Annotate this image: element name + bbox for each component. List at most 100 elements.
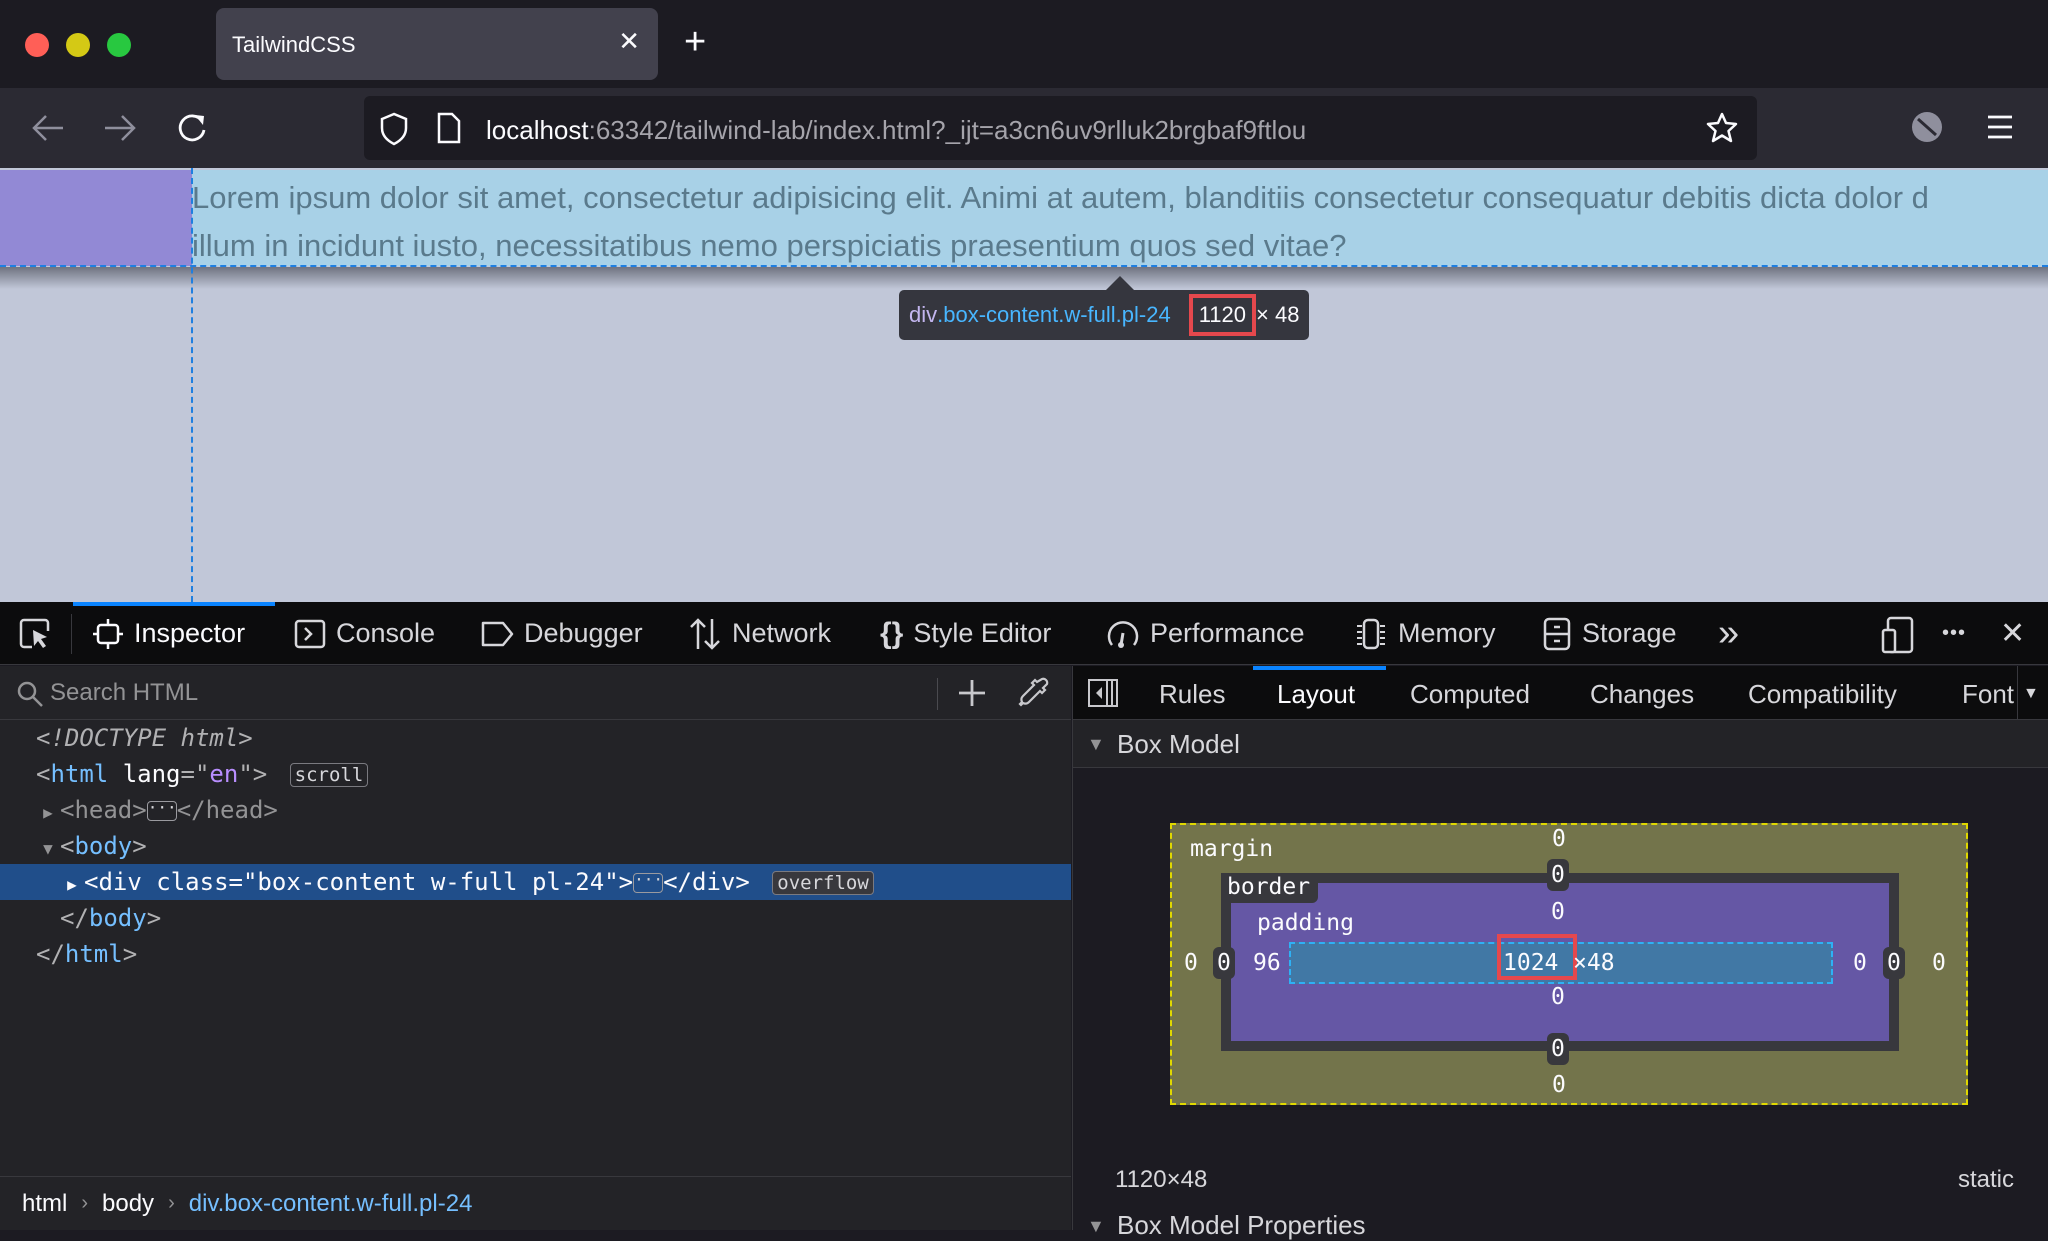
expand-icon[interactable]: ▶ [60, 867, 84, 903]
memory-icon [1354, 617, 1388, 651]
breadcrumb-item[interactable]: html [22, 1190, 67, 1218]
tool-tab-style-editor[interactable]: {} Style Editor [880, 602, 1051, 665]
scroll-badge[interactable]: scroll [289, 763, 369, 787]
collapse-icon[interactable]: ▼ [1087, 1216, 1105, 1237]
margin-right-value[interactable]: 0 [1932, 949, 1946, 977]
collapse-icon[interactable]: ▼ [36, 831, 60, 867]
element-picker-icon[interactable] [18, 617, 52, 651]
side-tab-changes[interactable]: Changes [1590, 666, 1694, 720]
browser-tab[interactable]: TailwindCSS ✕ [216, 8, 658, 80]
box-model-margin: margin 0 0 0 0 padding 0 0 96 0 1024 ×48… [1170, 823, 1968, 1105]
forward-button[interactable] [96, 104, 144, 152]
tree-node-head[interactable]: ▶ <head>···</head> [0, 792, 1071, 828]
url-host: localhost [486, 115, 589, 145]
border-right-value[interactable]: 0 [1883, 947, 1905, 979]
infobar-arrow [1106, 276, 1134, 290]
close-devtools-icon[interactable]: ✕ [2000, 602, 2025, 665]
tool-tab-console[interactable]: Console [294, 602, 435, 665]
browser-titlebar: TailwindCSS ✕ + [0, 0, 2048, 88]
tag-name: html [50, 760, 109, 788]
side-tab-font[interactable]: Font [1962, 666, 2014, 720]
tab-close-icon[interactable]: ✕ [618, 26, 640, 56]
collapsed-children-button[interactable]: ··· [146, 800, 177, 821]
padding-bottom-value[interactable]: 0 [1551, 983, 1565, 1011]
window-close-button[interactable] [25, 33, 49, 57]
side-tab-computed[interactable]: Computed [1410, 666, 1530, 720]
element-position: static [1957, 1166, 2014, 1193]
chevron-double-right-icon: » [1718, 612, 1740, 654]
account-icon[interactable] [1910, 110, 1944, 144]
window-maximize-button[interactable] [107, 33, 131, 57]
margin-bottom-value[interactable]: 0 [1552, 1071, 1566, 1099]
tool-tab-performance[interactable]: Performance [1106, 602, 1305, 665]
padding-top-value[interactable]: 0 [1551, 898, 1565, 926]
tool-tab-storage[interactable]: Storage [1542, 602, 1677, 665]
expand-icon[interactable]: ▶ [36, 795, 60, 831]
breadcrumb-item-current[interactable]: div.box-content.w-full.pl-24 [189, 1190, 473, 1218]
side-tab-compatibility[interactable]: Compatibility [1748, 666, 1897, 720]
inspector-icon [92, 618, 124, 650]
sidebar-tabs: Rules Layout Computed Changes Compatibil… [1073, 666, 2048, 720]
margin-left-value[interactable]: 0 [1184, 949, 1198, 977]
side-tab-rules[interactable]: Rules [1159, 666, 1225, 720]
padding-right-value[interactable]: 0 [1853, 949, 1867, 977]
padding-left-value[interactable]: 96 [1253, 949, 1281, 977]
tool-label: Console [336, 618, 436, 648]
reload-button[interactable] [168, 104, 216, 152]
tool-label: Performance [1150, 618, 1305, 648]
tree-node-div-selected[interactable]: ▶ <div class="box-content w-full pl-24">·… [0, 864, 1071, 900]
more-tools-button[interactable]: » [1718, 602, 1739, 665]
toggle-pane-icon[interactable] [1087, 678, 1119, 708]
border-bottom-value[interactable]: 0 [1547, 1033, 1569, 1065]
border-left-value[interactable]: 0 [1213, 947, 1235, 979]
tool-label: Style Editor [913, 618, 1052, 648]
breadcrumb-item[interactable]: body [102, 1190, 154, 1218]
window-minimize-button[interactable] [66, 33, 90, 57]
box-model-padding: padding 0 0 96 0 1024 ×48 [1231, 883, 1889, 1041]
tree-node-html[interactable]: <html lang="en"> scroll [0, 756, 1071, 792]
tree-node-body[interactable]: ▼ <body> [0, 828, 1071, 864]
url-bar[interactable]: localhost:63342/tailwind-lab/index.html?… [364, 96, 1757, 160]
tree-node-doctype[interactable]: <!DOCTYPE html> [0, 720, 1071, 756]
box-shadow [0, 267, 2048, 289]
box-model-properties-header[interactable]: Box Model Properties [1117, 1210, 1366, 1241]
tool-tab-inspector[interactable]: Inspector [92, 602, 245, 665]
options-menu-icon[interactable]: ••• [1942, 602, 1966, 665]
attr-value: en [209, 760, 239, 788]
storage-icon [1542, 617, 1572, 651]
doctype-text: <!DOCTYPE html> [36, 724, 253, 752]
collapse-icon: ▼ [1087, 734, 1105, 754]
infobar-width: 1120 [1188, 294, 1257, 336]
tool-tab-debugger[interactable]: Debugger [480, 602, 643, 665]
tool-tab-network[interactable]: Network [688, 602, 831, 665]
arrow-right-icon [105, 115, 136, 141]
side-tab-layout[interactable]: Layout [1277, 666, 1355, 720]
tree-node-body-close[interactable]: </body> [0, 900, 1071, 936]
new-tab-button[interactable]: + [684, 22, 706, 62]
collapsed-children-button[interactable]: ··· [633, 872, 664, 893]
box-model-header[interactable]: ▼ Box Model [1073, 720, 2048, 768]
infobar-classes: .box-content.w-full.pl-24 [937, 302, 1171, 327]
content-width-value[interactable]: 1024 [1503, 949, 1558, 977]
eyedropper-icon[interactable] [1018, 676, 1050, 710]
tag-name: div [98, 868, 142, 896]
style-editor-icon: {} [880, 616, 904, 650]
search-html-input[interactable] [50, 676, 910, 710]
content-height-value[interactable]: ×48 [1573, 949, 1615, 977]
overflow-badge[interactable]: overflow [772, 871, 874, 895]
margin-top-value[interactable]: 0 [1552, 825, 1566, 853]
border-top-value[interactable]: 0 [1547, 859, 1569, 891]
shield-icon[interactable] [378, 112, 410, 146]
add-node-icon[interactable] [957, 678, 987, 708]
tree-node-html-close[interactable]: </html> [0, 936, 1071, 972]
tabs-overflow-dropdown-icon[interactable]: ▼ [2023, 666, 2039, 720]
hamburger-menu-icon[interactable] [1986, 114, 2014, 140]
bookmark-star-icon[interactable] [1705, 111, 1739, 145]
back-button[interactable] [24, 104, 72, 152]
page-icon [437, 112, 461, 144]
tool-tab-memory[interactable]: Memory [1354, 602, 1496, 665]
border-label: border [1221, 873, 1319, 903]
markup-panel: <!DOCTYPE html> <html lang="en"> scroll … [0, 666, 1071, 1230]
url-text[interactable]: localhost:63342/tailwind-lab/index.html?… [486, 115, 1306, 146]
responsive-design-icon[interactable] [1880, 616, 1916, 654]
